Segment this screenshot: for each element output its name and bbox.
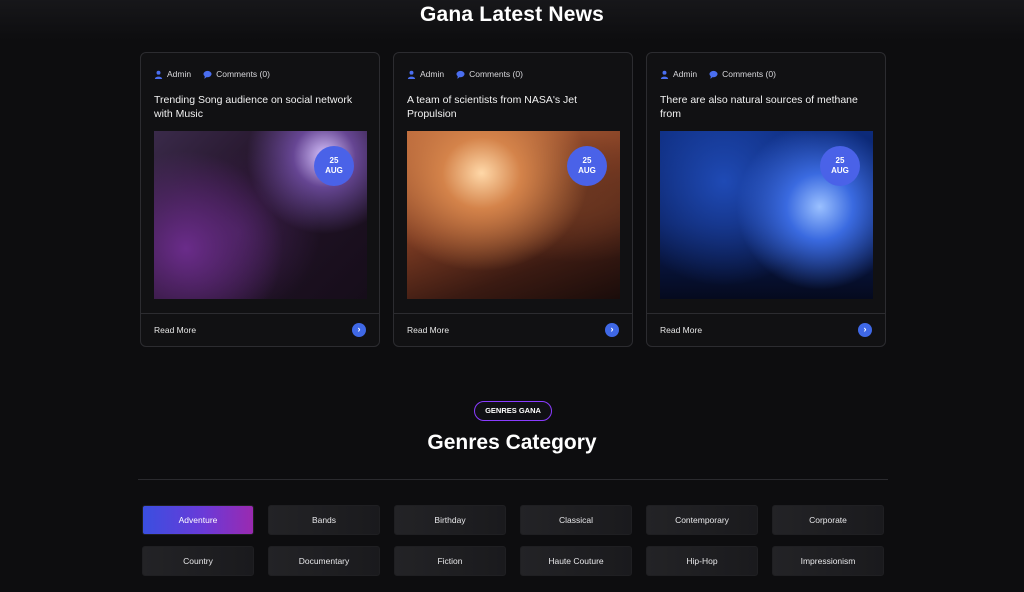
post-title[interactable]: There are also natural sources of methan… — [660, 93, 874, 121]
section-divider — [138, 479, 888, 480]
news-card: Admin Comments (0) There are also natura… — [646, 52, 886, 347]
date-badge: 25 AUG — [567, 146, 607, 186]
post-image[interactable]: 25 AUG — [660, 131, 873, 299]
comment-icon — [456, 70, 465, 79]
post-title[interactable]: Trending Song audience on social network… — [154, 93, 368, 121]
comments-count: Comments (0) — [216, 69, 270, 79]
date-day: 25 — [835, 156, 845, 165]
card-divider — [141, 313, 379, 314]
read-more-link[interactable]: Read More — [407, 325, 449, 335]
news-card: Admin Comments (0) Trending Song audienc… — [140, 52, 380, 347]
author-link[interactable]: Admin — [154, 69, 191, 79]
card-divider — [394, 313, 632, 314]
genre-button-corporate[interactable]: Corporate — [772, 505, 884, 535]
comment-icon — [709, 70, 718, 79]
genre-button-haute-couture[interactable]: Haute Couture — [520, 546, 632, 576]
date-month: AUG — [325, 166, 343, 175]
comments-count: Comments (0) — [722, 69, 776, 79]
read-more-link[interactable]: Read More — [154, 325, 196, 335]
date-month: AUG — [578, 166, 596, 175]
post-meta: Admin Comments (0) — [154, 69, 270, 79]
user-icon — [154, 70, 163, 79]
genre-button-adventure[interactable]: Adventure — [142, 505, 254, 535]
genre-button-contemporary[interactable]: Contemporary — [646, 505, 758, 535]
genres-section-title: Genres Category — [427, 431, 597, 454]
comments-count: Comments (0) — [469, 69, 523, 79]
genre-button-birthday[interactable]: Birthday — [394, 505, 506, 535]
genre-button-hip-hop[interactable]: Hip-Hop — [646, 546, 758, 576]
genre-grid: Adventure Bands Birthday Classical Conte… — [142, 505, 886, 576]
author-link[interactable]: Admin — [407, 69, 444, 79]
post-title[interactable]: A team of scientists from NASA's Jet Pro… — [407, 93, 621, 121]
post-image[interactable]: 25 AUG — [407, 131, 620, 299]
news-section-title: Gana Latest News — [419, 3, 605, 26]
post-meta: Admin Comments (0) — [407, 69, 523, 79]
news-cards: Admin Comments (0) Trending Song audienc… — [140, 52, 886, 347]
read-more-link[interactable]: Read More — [660, 325, 702, 335]
genre-button-fiction[interactable]: Fiction — [394, 546, 506, 576]
arrow-right-icon[interactable]: › — [605, 323, 619, 337]
date-day: 25 — [582, 156, 592, 165]
comments-link[interactable]: Comments (0) — [456, 69, 523, 79]
news-card: Admin Comments (0) A team of scientists … — [393, 52, 633, 347]
genre-button-impressionism[interactable]: Impressionism — [772, 546, 884, 576]
post-image[interactable]: 25 AUG — [154, 131, 367, 299]
date-day: 25 — [329, 156, 339, 165]
author-name: Admin — [167, 69, 192, 79]
arrow-right-icon[interactable]: › — [352, 323, 366, 337]
date-badge: 25 AUG — [314, 146, 354, 186]
genres-tag-badge: GENRES GANA — [474, 401, 552, 421]
genre-button-classical[interactable]: Classical — [520, 505, 632, 535]
card-divider — [647, 313, 885, 314]
genre-button-documentary[interactable]: Documentary — [268, 546, 380, 576]
comment-icon — [203, 70, 212, 79]
author-name: Admin — [673, 69, 698, 79]
author-link[interactable]: Admin — [660, 69, 697, 79]
comments-link[interactable]: Comments (0) — [709, 69, 776, 79]
user-icon — [407, 70, 416, 79]
user-icon — [660, 70, 669, 79]
arrow-right-icon[interactable]: › — [858, 323, 872, 337]
genre-button-country[interactable]: Country — [142, 546, 254, 576]
date-month: AUG — [831, 166, 849, 175]
post-meta: Admin Comments (0) — [660, 69, 776, 79]
author-name: Admin — [420, 69, 445, 79]
comments-link[interactable]: Comments (0) — [203, 69, 270, 79]
genre-button-bands[interactable]: Bands — [268, 505, 380, 535]
date-badge: 25 AUG — [820, 146, 860, 186]
